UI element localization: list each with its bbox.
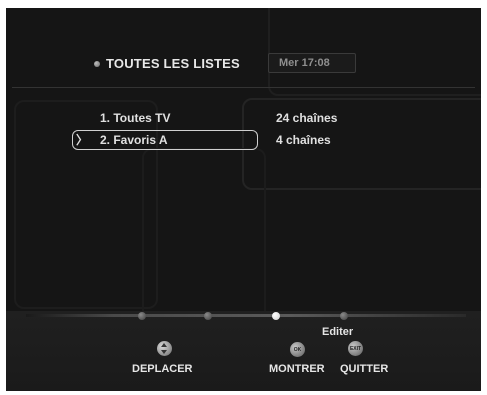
decorative-frame: [268, 8, 481, 96]
up-down-arrows-icon: [157, 341, 172, 356]
list-name: 1. Toutes TV: [100, 111, 171, 125]
tv-menu-screen: TOUTES LES LISTES Mer 17:08 1. Toutes TV…: [6, 8, 481, 391]
page-dot: [340, 312, 348, 320]
quit-button[interactable]: QUITTER: [340, 363, 388, 375]
list-name: 2. Favoris A: [100, 133, 168, 147]
exit-button-icon: EXIT: [348, 341, 363, 356]
divider: [12, 87, 475, 88]
list-channel-count: 24 chaînes: [276, 111, 338, 125]
page-title: TOUTES LES LISTES: [94, 56, 240, 71]
ok-button-icon: OK: [290, 342, 305, 357]
show-button[interactable]: MONTRER: [269, 363, 325, 375]
page-dot: [138, 312, 146, 320]
list-item[interactable]: 1. Toutes TV 24 chaînes: [70, 108, 470, 128]
bullet-icon: [94, 60, 100, 67]
move-button[interactable]: DEPLACER: [132, 363, 193, 375]
page-track: [26, 314, 466, 317]
edit-label[interactable]: Editer: [322, 326, 353, 338]
channel-lists: 1. Toutes TV 24 chaînes 〉 2. Favoris A 4…: [70, 108, 470, 152]
page-dot-active: [272, 312, 280, 320]
footer-bar: [6, 311, 481, 391]
chevron-right-icon: 〉: [76, 133, 89, 147]
page-title-text: TOUTES LES LISTES: [106, 56, 240, 71]
decorative-frame: [142, 148, 266, 322]
page-dot: [204, 312, 212, 320]
clock-display: Mer 17:08: [268, 53, 356, 73]
list-channel-count: 4 chaînes: [276, 133, 331, 147]
list-item-selected[interactable]: 〉 2. Favoris A 4 chaînes: [70, 130, 470, 150]
